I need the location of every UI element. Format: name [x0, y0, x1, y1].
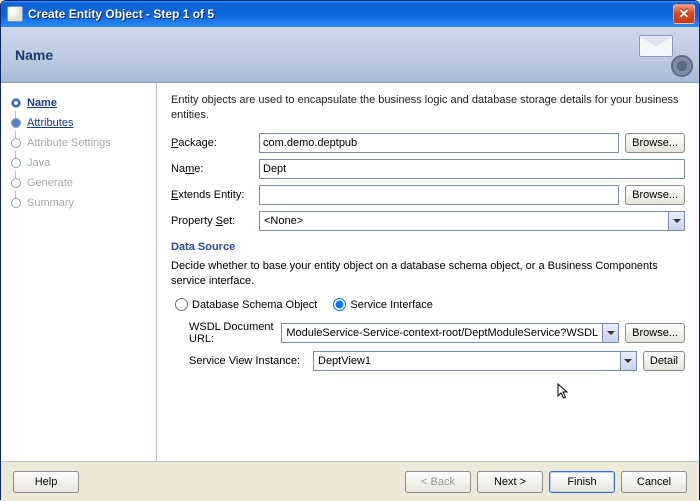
intro-text: Entity objects are used to encapsulate t…: [171, 93, 685, 123]
radio-database-schema-input[interactable]: [175, 298, 188, 311]
back-button: < Back: [405, 471, 471, 493]
step-java: Java: [9, 153, 148, 173]
wizard-banner: Name: [1, 27, 699, 83]
extends-browse-button[interactable]: Browse...: [625, 185, 685, 205]
propset-label: Property Set:: [171, 215, 253, 227]
close-icon: ✕: [679, 6, 690, 22]
step-dot-icon: [11, 138, 21, 148]
step-label: Attributes: [27, 117, 73, 129]
wizard-steps-sidebar: Name Attributes Attribute Settings Java …: [1, 83, 157, 461]
wsdl-label: WSDL Document URL:: [189, 321, 275, 345]
step-label: Summary: [27, 197, 74, 209]
wsdl-browse-button[interactable]: Browse...: [625, 323, 685, 343]
package-input[interactable]: [259, 133, 619, 153]
data-source-desc: Decide whether to base your entity objec…: [171, 259, 685, 289]
package-browse-button[interactable]: Browse...: [625, 133, 685, 153]
cancel-button[interactable]: Cancel: [621, 471, 687, 493]
name-input[interactable]: [259, 159, 685, 179]
wizard-main-panel: Entity objects are used to encapsulate t…: [157, 83, 699, 461]
envelope-icon: [639, 35, 673, 57]
radio-label: Service Interface: [350, 299, 433, 311]
radio-database-schema[interactable]: Database Schema Object: [175, 298, 317, 311]
finish-button[interactable]: Finish: [549, 471, 615, 493]
propset-value: <None>: [260, 215, 668, 227]
close-button[interactable]: ✕: [673, 4, 695, 24]
step-attributes[interactable]: Attributes: [9, 113, 148, 133]
chevron-down-icon: [668, 212, 684, 230]
next-button[interactable]: Next >: [477, 471, 543, 493]
step-name[interactable]: Name: [9, 93, 148, 113]
titlebar: Create Entity Object - Step 1 of 5 ✕: [1, 1, 699, 27]
chevron-down-icon: [602, 324, 618, 342]
step-label: Name: [27, 97, 57, 109]
step-dot-icon: [11, 158, 21, 168]
step-summary: Summary: [9, 193, 148, 213]
name-label: Name:: [171, 163, 253, 175]
cursor-icon: [557, 383, 573, 399]
banner-heading: Name: [15, 47, 53, 63]
banner-decor: [639, 35, 685, 71]
step-label: Generate: [27, 177, 73, 189]
data-source-radio-group: Database Schema Object Service Interface: [171, 298, 685, 311]
package-label: Package:: [171, 137, 253, 149]
chevron-down-icon: [620, 352, 636, 370]
service-view-instance-combo[interactable]: DeptView1: [313, 351, 637, 371]
svi-value: DeptView1: [314, 355, 620, 367]
radio-service-interface-input[interactable]: [333, 298, 346, 311]
wsdl-url-combo[interactable]: ModuleService-Service-context-root/DeptM…: [281, 323, 619, 343]
window-title: Create Entity Object - Step 1 of 5: [28, 7, 673, 21]
radio-service-interface[interactable]: Service Interface: [333, 298, 433, 311]
svi-label: Service View Instance:: [189, 355, 307, 367]
help-button[interactable]: Help: [13, 471, 79, 493]
extends-input[interactable]: [259, 185, 619, 205]
step-label: Java: [27, 157, 50, 169]
radio-label: Database Schema Object: [192, 299, 317, 311]
step-generate: Generate: [9, 173, 148, 193]
step-dot-icon: [11, 98, 21, 108]
extends-label: Extends Entity:: [171, 189, 253, 201]
app-icon: [7, 6, 23, 22]
step-attribute-settings: Attribute Settings: [9, 133, 148, 153]
gear-icon: [673, 57, 691, 75]
data-source-title: Data Source: [171, 241, 685, 253]
svi-detail-button[interactable]: Detail: [643, 351, 685, 371]
step-label: Attribute Settings: [27, 137, 111, 149]
propset-select[interactable]: <None>: [259, 211, 685, 231]
wsdl-value: ModuleService-Service-context-root/DeptM…: [282, 327, 602, 339]
step-dot-icon: [11, 118, 21, 128]
step-dot-icon: [11, 198, 21, 208]
wizard-footer: Help < Back Next > Finish Cancel: [1, 461, 699, 501]
step-dot-icon: [11, 178, 21, 188]
